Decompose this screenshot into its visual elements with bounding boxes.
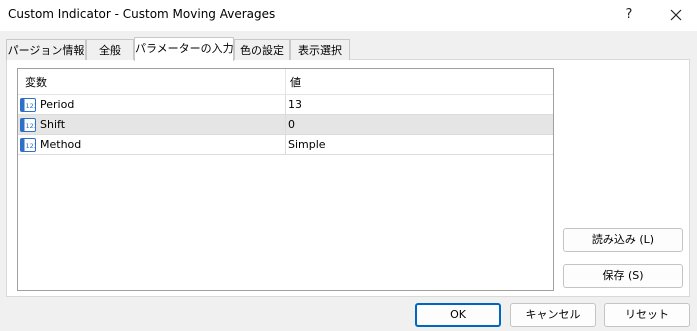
cell-divider bbox=[285, 95, 286, 115]
param-value[interactable]: 13 bbox=[288, 98, 302, 111]
param-name: Period bbox=[40, 98, 75, 111]
custom-indicator-dialog: Custom Indicator - Custom Moving Average… bbox=[0, 0, 697, 331]
param-value[interactable]: Simple bbox=[288, 138, 326, 151]
column-header-variable[interactable]: 変数 bbox=[25, 74, 47, 90]
ok-button[interactable]: OK bbox=[415, 303, 501, 327]
column-divider[interactable] bbox=[285, 69, 286, 95]
param-value[interactable]: 0 bbox=[288, 118, 295, 131]
parameters-table: 変数 値 123 Period 13 123 Shift 0 123 Metho… bbox=[17, 68, 554, 291]
help-button[interactable]: ? bbox=[614, 2, 644, 28]
tab-parameters[interactable]: パラメーターの入力 bbox=[134, 37, 234, 61]
table-row[interactable]: 123 Period 13 bbox=[18, 95, 553, 115]
svg-text:123: 123 bbox=[26, 102, 37, 110]
title-bar: Custom Indicator - Custom Moving Average… bbox=[0, 0, 697, 31]
window-title: Custom Indicator - Custom Moving Average… bbox=[8, 7, 276, 21]
number-param-icon: 123 bbox=[20, 138, 36, 152]
close-icon bbox=[670, 9, 682, 21]
number-param-icon: 123 bbox=[20, 98, 36, 112]
tab-colors[interactable]: 色の設定 bbox=[234, 39, 290, 60]
cancel-button[interactable]: キャンセル bbox=[510, 303, 596, 327]
tab-visualization[interactable]: 表示選択 bbox=[290, 39, 350, 60]
table-row[interactable]: 123 Method Simple bbox=[18, 135, 553, 155]
cell-divider bbox=[285, 135, 286, 155]
tab-version-info[interactable]: パージョン情報 bbox=[6, 39, 86, 60]
load-button[interactable]: 読み込み (L) bbox=[563, 228, 683, 252]
param-name: Method bbox=[40, 138, 82, 151]
svg-text:123: 123 bbox=[26, 142, 37, 150]
reset-button[interactable]: リセット bbox=[604, 303, 690, 327]
svg-text:123: 123 bbox=[26, 122, 37, 130]
close-button[interactable] bbox=[660, 2, 692, 28]
table-row[interactable]: 123 Shift 0 bbox=[18, 115, 553, 135]
table-header: 変数 値 bbox=[18, 69, 553, 95]
cell-divider bbox=[285, 115, 286, 135]
save-button[interactable]: 保存 (S) bbox=[563, 264, 683, 288]
column-header-value[interactable]: 値 bbox=[290, 74, 301, 90]
tab-general[interactable]: 全般 bbox=[86, 39, 134, 60]
number-param-icon: 123 bbox=[20, 118, 36, 132]
param-name: Shift bbox=[40, 118, 66, 131]
